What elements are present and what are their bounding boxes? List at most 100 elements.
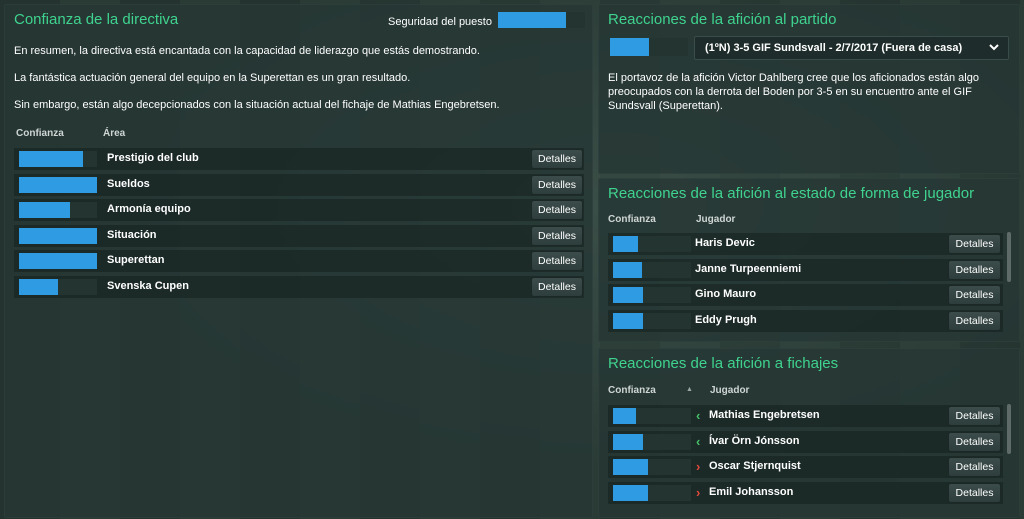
confidence-bar: [613, 484, 691, 501]
confidence-bar: [19, 227, 97, 244]
transfer-in-arrow-icon: ‹: [696, 433, 701, 449]
board-summary-2: La fantástica actuación general del equi…: [14, 72, 411, 84]
details-button[interactable]: Detalles: [948, 310, 1001, 331]
col-area[interactable]: Área: [103, 128, 125, 139]
details-button[interactable]: Detalles: [948, 457, 1001, 478]
confidence-fill: [613, 261, 642, 278]
confidence-fill: [19, 253, 97, 270]
confidence-fill: [613, 433, 644, 450]
confidence-fill: [613, 459, 649, 476]
job-security-fill: [498, 12, 566, 28]
confidence-fill: [613, 312, 644, 329]
table-row: › Emil Johansson Detalles: [608, 481, 1003, 504]
table-row: Janne Turpeenniemi Detalles: [608, 258, 1003, 281]
details-button[interactable]: Detalles: [948, 234, 1001, 254]
table-row: Superettan Detalles: [14, 250, 584, 273]
board-confidence-panel: Confianza de la directiva Seguridad del …: [4, 4, 593, 518]
confidence-fill: [613, 484, 649, 501]
confidence-fill: [19, 176, 97, 193]
details-button[interactable]: Detalles: [531, 277, 583, 297]
confidence-fill: [613, 408, 637, 424]
confidence-bar: [613, 433, 691, 450]
player-name[interactable]: Oscar Stjernquist: [709, 460, 801, 472]
table-row: Prestigio del club Detalles: [14, 148, 584, 170]
details-button[interactable]: Detalles: [531, 251, 583, 272]
confidence-bar: [19, 253, 97, 270]
table-row: Sueldos Detalles: [14, 173, 584, 196]
table-row: Armonía equipo Detalles: [14, 199, 584, 222]
form-col-player[interactable]: Jugador: [696, 214, 735, 225]
details-button[interactable]: Detalles: [948, 431, 1001, 452]
signings-col-player[interactable]: Jugador: [710, 385, 749, 396]
player-name[interactable]: Janne Turpeenniemi: [695, 263, 801, 275]
board-summary-1: En resumen, la directiva está encantada …: [14, 45, 480, 57]
confidence-bar: [613, 408, 691, 424]
col-confidence[interactable]: Confianza: [16, 128, 64, 139]
match-description-3: Sundsvall (Superettan).: [608, 100, 723, 112]
match-select-value: (1ºN) 3-5 GIF Sundsvall - 2/7/2017 (Fuer…: [705, 42, 963, 54]
confidence-bar: [19, 279, 97, 295]
confidence-bar: [613, 459, 691, 476]
player-name[interactable]: Mathias Engebretsen: [709, 409, 820, 421]
confidence-bar: [613, 261, 691, 278]
form-col-confidence[interactable]: Confianza: [608, 214, 656, 225]
transfer-out-arrow-icon: ›: [696, 484, 701, 500]
job-security-label: Seguridad del puesto: [388, 16, 492, 28]
fan-form-reaction-panel: Reacciones de la afición al estado de fo…: [598, 178, 1020, 342]
sort-ascending-icon[interactable]: ▲: [686, 386, 693, 393]
details-button[interactable]: Detalles: [531, 149, 583, 169]
player-name[interactable]: Haris Devic: [695, 237, 755, 249]
area-label: Sueldos: [107, 177, 150, 190]
match-confidence-fill: [610, 38, 649, 56]
player-name[interactable]: Ívar Örn Jónsson: [709, 435, 799, 447]
signings-col-confidence[interactable]: Confianza: [608, 385, 656, 396]
fan-signings-reaction-panel: Reacciones de la afición a fichajes Conf…: [598, 348, 1020, 518]
signings-scrollbar[interactable]: [1007, 404, 1011, 454]
confidence-bar: [19, 151, 97, 167]
table-row: ‹ Mathias Engebretsen Detalles: [608, 405, 1003, 427]
form-panel-title: Reacciones de la afición al estado de fo…: [608, 185, 975, 202]
area-label: Svenska Cupen: [107, 280, 189, 292]
table-row: Eddy Prugh Detalles: [608, 309, 1003, 332]
table-row: Gino Mauro Detalles: [608, 284, 1003, 307]
confidence-bar: [613, 312, 691, 329]
area-label: Prestigio del club: [107, 152, 199, 164]
table-row: Haris Devic Detalles: [608, 233, 1003, 255]
transfer-out-arrow-icon: ›: [696, 459, 701, 475]
table-row: Svenska Cupen Detalles: [14, 276, 584, 298]
table-row: ‹ Ívar Örn Jónsson Detalles: [608, 430, 1003, 453]
confidence-fill: [19, 202, 70, 219]
board-summary-3: Sin embargo, están algo decepcionados co…: [14, 99, 500, 111]
player-name[interactable]: Emil Johansson: [709, 486, 793, 498]
player-name[interactable]: Gino Mauro: [695, 288, 756, 300]
confidence-bar: [613, 236, 691, 252]
confidence-fill: [19, 227, 97, 244]
confidence-fill: [19, 151, 83, 167]
details-button[interactable]: Detalles: [948, 259, 1001, 280]
details-button[interactable]: Detalles: [948, 482, 1001, 503]
signings-panel-title: Reacciones de la afición a fichajes: [608, 355, 839, 372]
details-button[interactable]: Detalles: [531, 225, 583, 246]
match-description-1: El portavoz de la afición Victor Dahlber…: [608, 72, 979, 84]
area-label: Situación: [107, 228, 157, 241]
confidence-bar: [613, 287, 691, 304]
match-select-dropdown[interactable]: (1ºN) 3-5 GIF Sundsvall - 2/7/2017 (Fuer…: [694, 36, 1009, 60]
table-row: › Oscar Stjernquist Detalles: [608, 456, 1003, 479]
form-scrollbar[interactable]: [1007, 232, 1011, 282]
details-button[interactable]: Detalles: [948, 285, 1001, 306]
confidence-fill: [19, 279, 58, 295]
table-row: Situación Detalles: [14, 224, 584, 247]
area-label: Superettan: [107, 254, 165, 267]
match-panel-title: Reacciones de la afición al partido: [608, 11, 837, 28]
details-button[interactable]: Detalles: [948, 406, 1001, 426]
confidence-fill: [613, 236, 638, 252]
area-label: Armonía equipo: [107, 203, 191, 216]
confidence-bar: [19, 202, 97, 219]
details-button[interactable]: Detalles: [531, 200, 583, 221]
board-panel-title: Confianza de la directiva: [14, 11, 179, 28]
match-confidence-bar: [610, 38, 688, 56]
job-security-bar: [498, 12, 585, 28]
details-button[interactable]: Detalles: [531, 174, 583, 195]
player-name[interactable]: Eddy Prugh: [695, 314, 757, 326]
chevron-down-icon: [988, 40, 1000, 59]
